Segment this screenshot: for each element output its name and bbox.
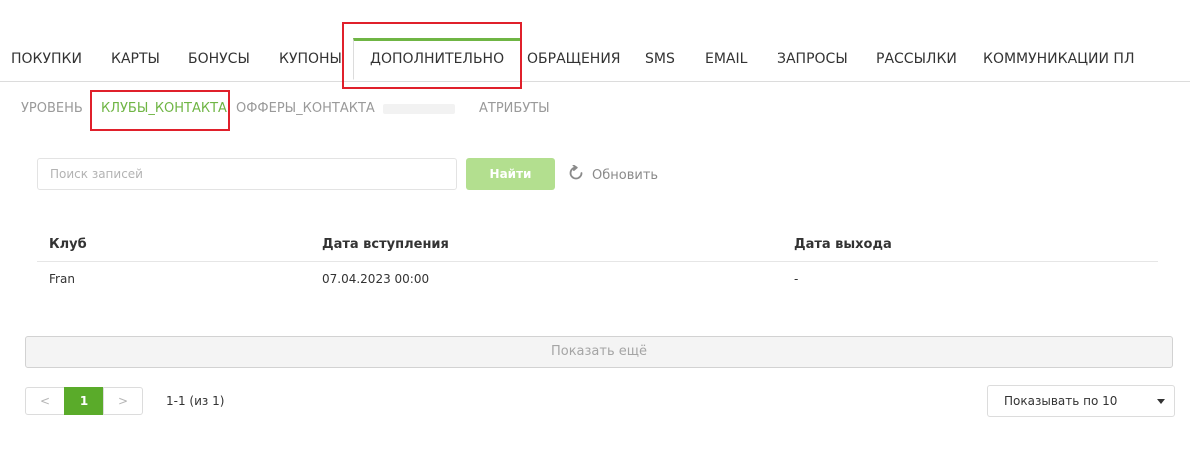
column-header-join-date: Дата вступления (322, 237, 449, 252)
search-input[interactable] (37, 158, 457, 190)
subtab-contact-clubs[interactable]: КЛУБЫ_КОНТАКТА (101, 101, 227, 117)
tab-additional[interactable]: ДОПОЛНИТЕЛЬНО (353, 38, 522, 80)
cell-club: Fran (49, 272, 75, 286)
page-size-select[interactable]: Показывать по 10 (987, 385, 1175, 417)
table-header-divider (37, 261, 1158, 262)
cell-join-date: 07.04.2023 00:00 (322, 272, 430, 286)
column-header-exit-date: Дата выхода (794, 237, 892, 252)
main-tabs-bar: ПОКУПКИ КАРТЫ БОНУСЫ КУПОНЫ ДОПОЛНИТЕЛЬН… (0, 0, 1190, 82)
tab-communications[interactable]: КОММУНИКАЦИИ ПЛ (983, 50, 1134, 68)
tab-queries[interactable]: ЗАПРОСЫ (777, 50, 848, 68)
subtab-level[interactable]: УРОВЕНЬ (21, 101, 83, 117)
cell-exit-date: - (794, 272, 799, 286)
column-header-club: Клуб (49, 237, 87, 252)
pagination-range: 1-1 (из 1) (166, 394, 225, 408)
subtab-attributes[interactable]: АТРИБУТЫ (479, 101, 550, 117)
pagination: < 1 > (25, 387, 143, 415)
faded-tab-placeholder (383, 103, 455, 114)
tab-sms[interactable]: SMS (645, 50, 675, 68)
page-1-button[interactable]: 1 (64, 387, 104, 415)
subtab-contact-offers[interactable]: ОФФЕРЫ_КОНТАКТА (236, 101, 375, 117)
show-more-button[interactable]: Показать ещё (25, 336, 1173, 368)
prev-page-button[interactable]: < (25, 387, 65, 415)
page-size-label: Показывать по 10 (1004, 394, 1118, 408)
tab-mailings[interactable]: РАССЫЛКИ (876, 50, 957, 68)
next-page-button[interactable]: > (103, 387, 143, 415)
chevron-down-icon (1157, 399, 1165, 404)
tab-purchases[interactable]: ПОКУПКИ (11, 50, 82, 68)
find-button[interactable]: Найти (466, 158, 555, 190)
refresh-button[interactable]: Обновить (568, 164, 659, 185)
subtab-faded[interactable] (383, 101, 455, 117)
refresh-label: Обновить (592, 167, 659, 183)
tab-email[interactable]: EMAIL (705, 50, 747, 68)
tab-cards[interactable]: КАРТЫ (111, 50, 160, 68)
tab-coupons[interactable]: КУПОНЫ (279, 50, 342, 68)
tab-bonuses[interactable]: БОНУСЫ (188, 50, 250, 68)
tab-requests[interactable]: ОБРАЩЕНИЯ (527, 50, 621, 68)
refresh-icon (568, 164, 584, 185)
